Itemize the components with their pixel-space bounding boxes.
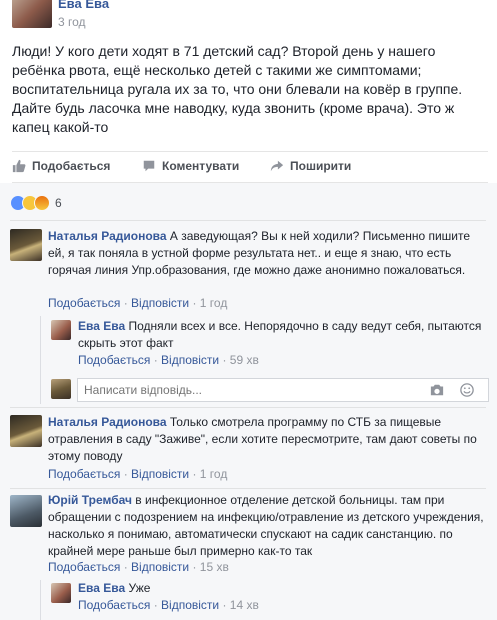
comment-meta: Подобається · Відповісти · 15 хв [48, 560, 229, 574]
avatar[interactable] [51, 320, 71, 340]
reply-text: Подняли всех и все. Непорядочно в саду в… [78, 319, 482, 350]
reply-like-link[interactable]: Подобається [78, 353, 150, 367]
comment-author[interactable]: Наталья Радионова [48, 415, 167, 429]
comment-body: Наталья Радионова Только смотрела програ… [48, 414, 488, 465]
comment-time[interactable]: 1 год [200, 467, 228, 481]
comment-time[interactable]: 15 хв [200, 560, 229, 574]
comment-author[interactable]: Юрій Трембач [48, 493, 132, 507]
comment-button-label: Коментувати [162, 159, 240, 173]
reply-thread-line [40, 316, 41, 404]
comment-body: Юрій Трембач в инфекционное отделение де… [48, 492, 488, 560]
avatar[interactable] [10, 495, 42, 527]
post-header: Ева Ева 3 год [0, 0, 497, 36]
post-action-bar: Подобається Коментувати Поширити [12, 151, 488, 183]
avatar[interactable] [10, 229, 42, 261]
reply-meta: Подобається · Відповісти · 59 хв [78, 353, 259, 367]
avatar [51, 379, 71, 399]
comment-icon [143, 160, 155, 172]
reply-reply-link[interactable]: Відповісти [161, 598, 219, 612]
comment-like-link[interactable]: Подобається [48, 296, 120, 310]
comment-reply-link[interactable]: Відповісти [131, 467, 189, 481]
comment-time[interactable]: 1 год [200, 296, 228, 310]
comment-meta: Подобається · Відповісти · 1 год [48, 296, 228, 310]
reply-body: Ева Ева Подняли всех и все. Непорядочно … [78, 318, 488, 352]
post-timestamp[interactable]: 3 год [58, 15, 86, 29]
reply-text: Уже [128, 581, 151, 595]
reactions-summary[interactable]: 6 [10, 195, 62, 211]
share-button[interactable]: Поширити [270, 159, 351, 173]
reply-reply-link[interactable]: Відповісти [161, 353, 219, 367]
comments-section: 6 Наталья Радионова А заведующая? Вы к н… [0, 183, 497, 620]
divider [10, 407, 486, 408]
reply-composer [51, 376, 489, 404]
share-button-label: Поширити [290, 159, 352, 173]
divider [10, 488, 486, 489]
reply-thread-line [40, 580, 41, 620]
comment-reply-link[interactable]: Відповісти [131, 296, 189, 310]
comment-meta: Подобається · Відповісти · 1 год [48, 467, 228, 481]
reply-author[interactable]: Ева Ева [78, 581, 125, 595]
reactions-count: 6 [55, 196, 62, 210]
share-icon [270, 160, 284, 172]
avatar[interactable] [10, 415, 42, 447]
reply-body: Ева Ева Уже [78, 580, 488, 597]
angry-reaction-icon [34, 195, 50, 211]
comment-button[interactable]: Коментувати [142, 159, 239, 173]
reply-author[interactable]: Ева Ева [78, 319, 125, 333]
camera-icon[interactable] [430, 383, 444, 397]
reply-time[interactable]: 14 хв [230, 598, 259, 612]
divider [10, 220, 486, 221]
smiley-icon[interactable] [460, 383, 474, 397]
post-text: Люди! У кого дети ходят в 71 детский сад… [12, 43, 463, 135]
comment-author[interactable]: Наталья Радионова [48, 229, 167, 243]
reply-meta: Подобається · Відповісти · 14 хв [78, 598, 259, 612]
like-button[interactable]: Подобається [12, 159, 110, 173]
avatar[interactable] [51, 583, 71, 603]
comment-body: Наталья Радионова А заведующая? Вы к ней… [48, 228, 488, 279]
reply-time[interactable]: 59 хв [230, 353, 259, 367]
reply-like-link[interactable]: Подобається [78, 598, 150, 612]
like-button-label: Подобається [32, 159, 111, 173]
post-author-avatar[interactable] [12, 0, 52, 28]
comment-reply-link[interactable]: Відповісти [131, 560, 189, 574]
reply-input[interactable] [77, 378, 489, 402]
thumbs-up-icon [12, 159, 26, 173]
comment-like-link[interactable]: Подобається [48, 560, 120, 574]
post-author-name[interactable]: Ева Ева [58, 0, 109, 11]
comment-like-link[interactable]: Подобається [48, 467, 120, 481]
